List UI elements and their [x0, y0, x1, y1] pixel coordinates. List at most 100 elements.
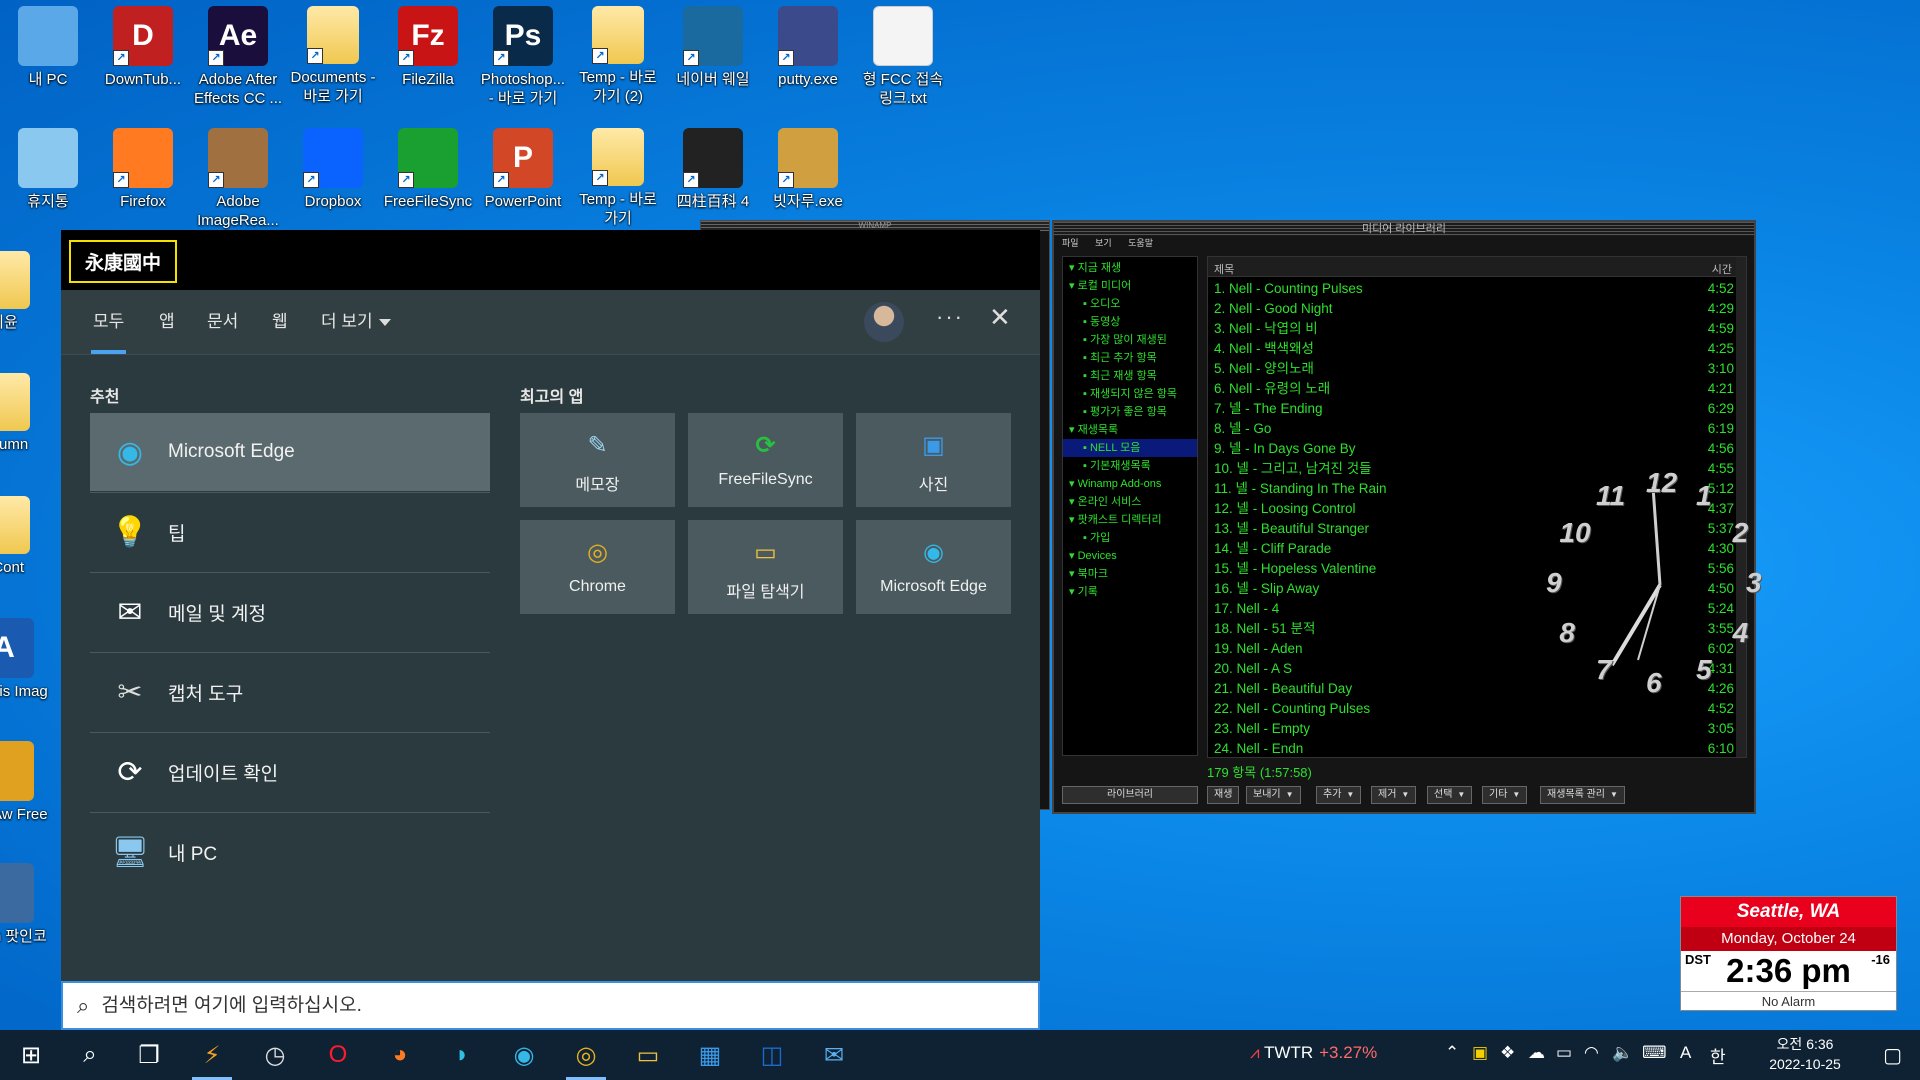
- playlist-button[interactable]: 기타 ▼: [1482, 786, 1528, 804]
- tree-item[interactable]: ▪ 재생되지 않은 항목: [1063, 385, 1197, 403]
- desktop-icon[interactable]: ↗ putty.exe: [762, 6, 854, 89]
- menu-file[interactable]: 파일: [1062, 238, 1079, 248]
- tree-item[interactable]: ▾ 팟캐스트 디렉터리: [1063, 511, 1197, 529]
- tree-item[interactable]: ▪ 평가가 좋은 항목: [1063, 403, 1197, 421]
- tree-item[interactable]: ▪ 최근 재생 항목: [1063, 367, 1197, 385]
- desktop-icon[interactable]: ↗ column: [0, 373, 50, 454]
- top-app-tile[interactable]: ◉ Microsoft Edge: [856, 520, 1011, 614]
- column-time[interactable]: 시간: [1712, 261, 1732, 277]
- recommended-item[interactable]: ✉ 메일 및 계정: [90, 573, 490, 651]
- wifi-icon[interactable]: ◠: [1584, 1043, 1599, 1063]
- tree-item[interactable]: ▾ 재생목록: [1063, 421, 1197, 439]
- desktop-icon[interactable]: Fz ↗ FileZilla: [382, 6, 474, 89]
- tree-item[interactable]: ▪ 동영상: [1063, 313, 1197, 331]
- desktop-icon[interactable]: ↗ 네이버 웨일: [667, 6, 759, 89]
- library-button[interactable]: 라이브러리: [1062, 786, 1198, 804]
- desktop-icon[interactable]: 내 PC: [2, 6, 94, 89]
- top-app-tile[interactable]: ⟳ FreeFileSync: [688, 413, 843, 507]
- desktop-icon[interactable]: ↗ 四柱百科 4: [667, 128, 759, 211]
- edge-icon[interactable]: ◉: [496, 1030, 552, 1080]
- chevron-up-icon[interactable]: ⌃: [1445, 1043, 1459, 1063]
- tree-item[interactable]: ▪ 기본재생목록: [1063, 457, 1197, 475]
- track-row[interactable]: 5. Nell - 양의노래 3:10: [1214, 359, 1734, 379]
- library-tree[interactable]: ▾ 지금 재생 ▾ 로컬 미디어 ▪ 오디오 ▪ 동영상 ▪ 가장 많이 재생된 ▪ 최근…: [1062, 256, 1198, 756]
- recommended-item[interactable]: ◉ Microsoft Edge: [90, 413, 490, 491]
- tree-item[interactable]: ▾ 기록: [1063, 583, 1197, 601]
- track-row[interactable]: 9. 넬 - In Days Gone By 4:56: [1214, 439, 1734, 459]
- top-app-tile[interactable]: ✎ 메모장: [520, 413, 675, 507]
- desktop-icon[interactable]: ↗ Temp - 바로 가기: [572, 128, 664, 228]
- search-input[interactable]: [101, 994, 982, 1017]
- tree-item[interactable]: ▾ Winamp Add-ons: [1063, 475, 1197, 493]
- desktop-icon[interactable]: 형 FCC 접속 링크.txt: [857, 6, 949, 108]
- track-row[interactable]: 7. 넬 - The Ending 6:29: [1214, 399, 1734, 419]
- volume-icon[interactable]: 🔈: [1612, 1043, 1633, 1063]
- playlist-button[interactable]: 제거 ▼: [1371, 786, 1417, 804]
- clock-app-icon[interactable]: ◷: [247, 1030, 303, 1080]
- desktop-icon[interactable]: ↗ 빗자루.exe: [762, 128, 854, 211]
- track-row[interactable]: 4. Nell - 백색왜성 4:25: [1214, 339, 1734, 359]
- recommended-item[interactable]: ✂ 캡처 도구: [90, 653, 490, 731]
- playlist-button[interactable]: 추가 ▼: [1316, 786, 1362, 804]
- tree-item[interactable]: ▾ Devices: [1063, 547, 1197, 565]
- desktop-icon[interactable]: ↗ Daum 팟인코: [0, 863, 50, 946]
- search-icon[interactable]: ⌕: [62, 1030, 118, 1080]
- desktop-icon[interactable]: ↗ Adobe ImageRea...: [192, 128, 284, 230]
- ime-mode[interactable]: A: [1680, 1043, 1691, 1063]
- track-row[interactable]: 23. Nell - Empty 3:05: [1214, 719, 1734, 739]
- outlook-icon[interactable]: ◫: [744, 1030, 800, 1080]
- tab-apps[interactable]: 앱: [157, 304, 177, 354]
- more-options-icon[interactable]: ···: [936, 304, 964, 330]
- desktop-icon[interactable]: ↗ Documents - 바로 가기: [287, 6, 379, 106]
- taskbar-clock[interactable]: 오전 6:36 2022-10-25: [1760, 1034, 1850, 1074]
- desktop-icon[interactable]: Ps ↗ Photoshop... - 바로 가기: [477, 6, 569, 108]
- recommended-item[interactable]: 🖥 내 PC: [90, 813, 490, 891]
- recommended-item[interactable]: 💡 팁: [90, 493, 490, 571]
- dropbox-tray-icon[interactable]: ❖: [1500, 1043, 1515, 1063]
- onedrive-icon[interactable]: ☁: [1528, 1043, 1545, 1063]
- search-box[interactable]: ⌕: [61, 981, 1040, 1030]
- desktop-icon[interactable]: ↗ FreeFileSync: [382, 128, 474, 211]
- notification-icon[interactable]: ▢: [1883, 1043, 1902, 1068]
- opera-icon[interactable]: O: [310, 1030, 366, 1080]
- track-row[interactable]: 2. Nell - Good Night 4:29: [1214, 299, 1734, 319]
- desktop-icon[interactable]: ↗ 이윤: [0, 251, 50, 332]
- tree-item[interactable]: ▾ 지금 재생: [1063, 259, 1197, 277]
- desktop-icon[interactable]: ↗ Dropbox: [287, 128, 379, 211]
- playlist-button[interactable]: 재생목록 관리 ▼: [1540, 786, 1625, 804]
- tree-item[interactable]: ▾ 온라인 서비스: [1063, 493, 1197, 511]
- menu-help[interactable]: 도움말: [1128, 238, 1153, 248]
- close-icon[interactable]: ✕: [989, 302, 1011, 333]
- file-explorer-icon[interactable]: ▭: [620, 1030, 676, 1080]
- ime-language[interactable]: 한: [1710, 1043, 1726, 1068]
- tab-more[interactable]: 더 보기: [319, 304, 393, 354]
- avatar[interactable]: [864, 302, 904, 342]
- menu-view[interactable]: 보기: [1095, 238, 1112, 248]
- desktop-icon[interactable]: P ↗ PowerPoint: [477, 128, 569, 211]
- track-row[interactable]: 6. Nell - 유령의 노래 4:21: [1214, 379, 1734, 399]
- tree-item[interactable]: ▾ 북마크: [1063, 565, 1197, 583]
- tab-all[interactable]: 모두: [91, 304, 127, 354]
- chrome-icon[interactable]: ◎: [558, 1030, 614, 1080]
- start-icon[interactable]: ⊞: [3, 1030, 59, 1080]
- track-row[interactable]: 3. Nell - 낙엽의 비 4:59: [1214, 319, 1734, 339]
- task-view-icon[interactable]: ❐: [121, 1030, 177, 1080]
- recommended-item[interactable]: ⟳ 업데이트 확인: [90, 733, 490, 811]
- desktop-icon[interactable]: 휴지통: [2, 128, 94, 211]
- desktop-icon[interactable]: ↗ BurnAw Free: [0, 741, 50, 824]
- firefox-icon[interactable]: ◕: [372, 1030, 428, 1080]
- kakaotalk-icon[interactable]: ▣: [1472, 1043, 1488, 1063]
- track-row[interactable]: 24. Nell - Endn 6:10: [1214, 739, 1734, 759]
- desktop-icon[interactable]: D ↗ DownTub...: [97, 6, 189, 89]
- media-library-titlebar[interactable]: 미디어 라이브러리: [1054, 222, 1754, 236]
- desktop-icon[interactable]: ↗ Temp - 바로 가기 (2): [572, 6, 664, 106]
- track-row[interactable]: 8. 넬 - Go 6:19: [1214, 419, 1734, 439]
- top-app-tile[interactable]: ▭ 파일 탐색기: [688, 520, 843, 614]
- desktop-icon[interactable]: ↗ dCont: [0, 496, 50, 577]
- desktop-icon[interactable]: Ae ↗ Adobe After Effects CC ...: [192, 6, 284, 108]
- tree-item[interactable]: ▪ 최근 추가 항목: [1063, 349, 1197, 367]
- desktop-icon[interactable]: A↗ Acronis Imag: [0, 618, 50, 701]
- store-icon[interactable]: ▦: [682, 1030, 738, 1080]
- playlist-button[interactable]: 선택 ▼: [1427, 786, 1473, 804]
- tab-documents[interactable]: 문서: [205, 304, 240, 354]
